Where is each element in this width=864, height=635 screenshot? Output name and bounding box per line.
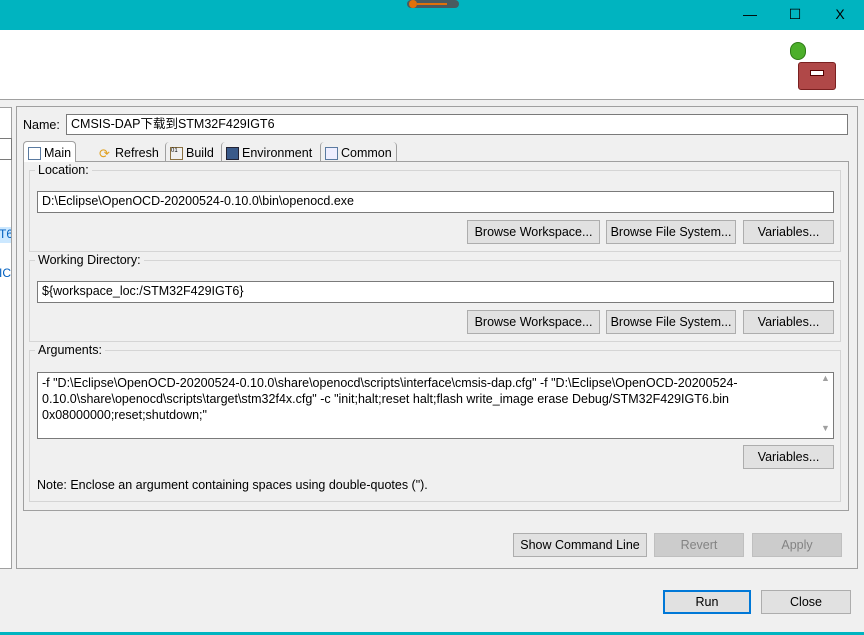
scrollbar[interactable]: ▲ ▼	[818, 373, 833, 438]
configuration-panel: Name: CMSIS-DAP下载到STM32F429IGT6 Location…	[16, 106, 858, 569]
arguments-label: Arguments:	[35, 343, 105, 357]
configurations-list[interactable]: T6 IC	[0, 107, 12, 569]
slider-handle-icon	[407, 0, 459, 8]
tab-label: Common	[341, 146, 392, 160]
dialog-header	[0, 30, 864, 100]
tab-build[interactable]: 01 Build	[165, 142, 218, 162]
tab-label: Environment	[242, 146, 313, 160]
tab-label: Main	[44, 146, 72, 160]
location-input[interactable]: D:\Eclipse\OpenOCD-20200524-0.10.0\bin\o…	[37, 191, 834, 213]
filter-input[interactable]	[0, 138, 12, 160]
environment-icon	[226, 146, 239, 160]
run-button[interactable]: Run	[663, 590, 751, 614]
browse-workspace-button[interactable]: Browse Workspace...	[467, 310, 600, 334]
show-command-line-button[interactable]: Show Command Line	[513, 533, 647, 557]
toolbox-run-icon	[788, 40, 838, 95]
common-icon	[325, 146, 338, 160]
tab-content: Location: D:\Eclipse\OpenOCD-20200524-0.…	[23, 161, 849, 511]
working-directory-input[interactable]: ${workspace_loc:/STM32F429IGT6}	[37, 281, 834, 303]
arguments-textarea[interactable]: -f "D:\Eclipse\OpenOCD-20200524-0.10.0\s…	[37, 372, 834, 439]
location-group: Location: D:\Eclipse\OpenOCD-20200524-0.…	[29, 163, 841, 252]
build-icon: 01	[170, 146, 183, 160]
main-tab-icon	[28, 146, 41, 160]
minimize-button[interactable]: —	[735, 4, 765, 24]
apply-button[interactable]: Apply	[752, 533, 842, 557]
title-bar: — ☐ X	[0, 0, 864, 30]
working-directory-group: Working Directory: ${workspace_loc:/STM3…	[29, 253, 841, 342]
list-item[interactable]: T6	[0, 227, 11, 243]
variables-button[interactable]: Variables...	[743, 445, 834, 469]
tab-refresh[interactable]: ⟳ Refresh	[95, 142, 163, 162]
browse-workspace-button[interactable]: Browse Workspace...	[467, 220, 600, 244]
tab-common[interactable]: Common	[320, 142, 397, 162]
name-input[interactable]: CMSIS-DAP下载到STM32F429IGT6	[66, 114, 848, 135]
tab-label: Refresh	[115, 146, 159, 160]
list-item[interactable]: IC	[0, 266, 11, 280]
variables-button[interactable]: Variables...	[743, 310, 834, 334]
variables-button[interactable]: Variables...	[743, 220, 834, 244]
browse-file-system-button[interactable]: Browse File System...	[606, 220, 736, 244]
revert-button[interactable]: Revert	[654, 533, 744, 557]
working-directory-label: Working Directory:	[35, 253, 144, 267]
tab-main[interactable]: Main	[23, 141, 77, 162]
refresh-icon: ⟳	[99, 145, 110, 161]
browse-file-system-button[interactable]: Browse File System...	[606, 310, 736, 334]
location-label: Location:	[35, 163, 92, 177]
name-label: Name:	[23, 118, 60, 132]
close-button[interactable]: Close	[761, 590, 851, 614]
maximize-button[interactable]: ☐	[780, 4, 810, 24]
arguments-note: Note: Enclose an argument containing spa…	[37, 478, 428, 492]
close-window-button[interactable]: X	[825, 4, 855, 24]
arguments-group: Arguments: -f "D:\Eclipse\OpenOCD-202005…	[29, 343, 841, 502]
tab-label: Build	[186, 146, 214, 160]
tab-environment[interactable]: Environment	[221, 142, 316, 162]
